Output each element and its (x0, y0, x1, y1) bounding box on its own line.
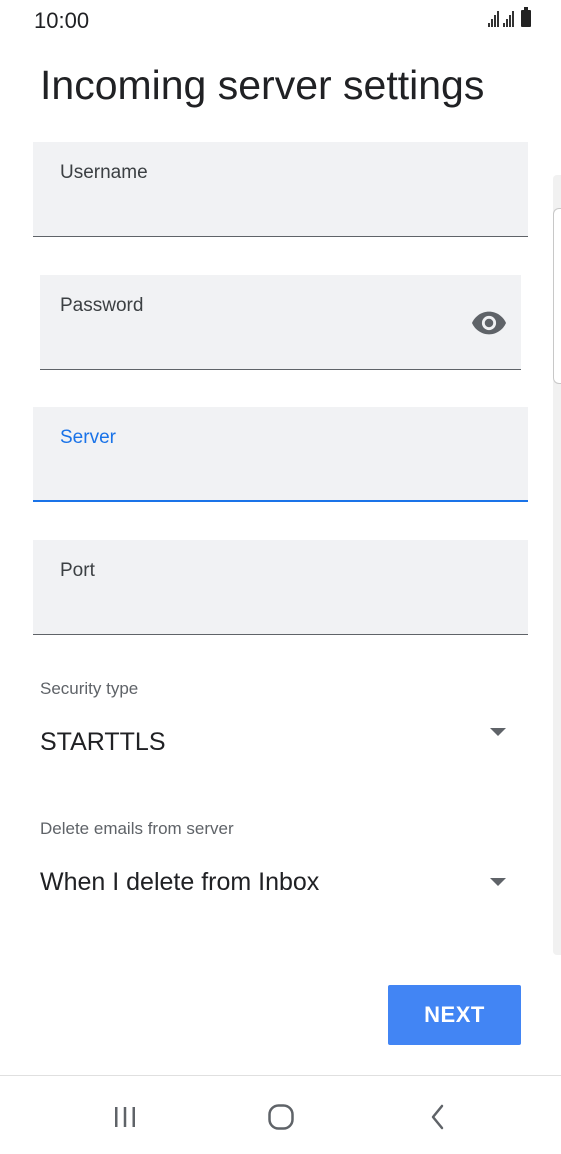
server-label: Server (60, 427, 116, 448)
battery-icon (521, 7, 531, 27)
delete-emails-dropdown[interactable]: When I delete from Inbox (40, 862, 510, 906)
recent-apps-icon[interactable] (103, 1095, 147, 1139)
security-type-value: STARTTLS (40, 728, 166, 756)
home-icon[interactable] (259, 1095, 303, 1139)
scrollbar-thumb[interactable] (553, 208, 561, 384)
security-type-label: Security type (40, 679, 139, 698)
username-input[interactable] (60, 198, 508, 228)
signal-icon (488, 11, 499, 27)
delete-emails-value: When I delete from Inbox (40, 868, 320, 896)
eye-icon[interactable] (471, 305, 507, 341)
port-input[interactable] (60, 596, 508, 626)
next-button[interactable]: NEXT (388, 985, 521, 1045)
status-time: 10:00 (34, 8, 90, 33)
signal-icon-2 (503, 11, 514, 27)
password-label: Password (60, 295, 144, 316)
nav-divider (0, 1075, 561, 1076)
dropdown-arrow-icon (490, 728, 506, 736)
delete-emails-label: Delete emails from server (40, 819, 234, 838)
port-label: Port (60, 560, 95, 581)
security-type-dropdown[interactable]: STARTTLS (40, 722, 510, 766)
server-input[interactable] (60, 462, 508, 492)
port-field[interactable]: Port (33, 540, 528, 635)
username-field[interactable]: Username (33, 142, 528, 237)
password-field[interactable]: Password (40, 275, 521, 370)
page-title: Incoming server settings (40, 62, 485, 108)
status-icons (488, 7, 531, 27)
username-label: Username (60, 162, 148, 183)
server-field[interactable]: Server (33, 407, 528, 502)
password-input[interactable] (60, 331, 451, 361)
dropdown-arrow-icon (490, 878, 506, 886)
back-icon[interactable] (416, 1095, 460, 1139)
